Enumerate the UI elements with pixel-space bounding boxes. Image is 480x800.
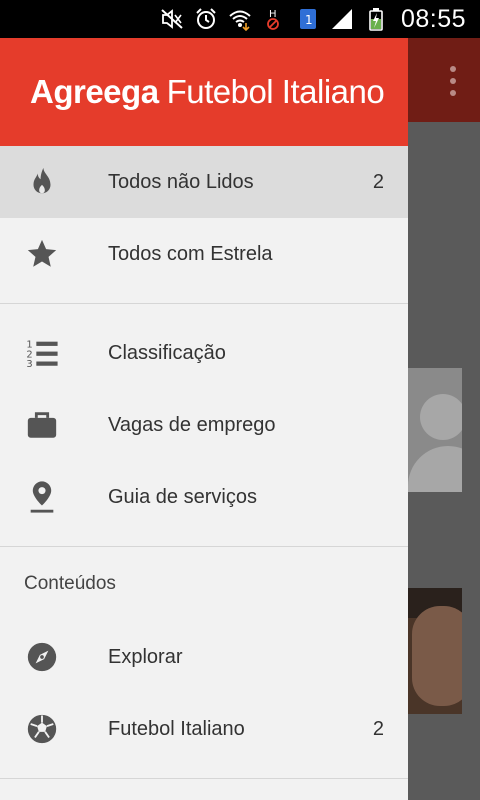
status-bar: H 1 08:55 (0, 0, 480, 38)
numbered-list-icon: 123 (24, 335, 60, 371)
app-title: Agreega Futebol Italiano (30, 73, 385, 111)
nav-item-label: Todos não Lidos (108, 170, 254, 193)
signal-h-icon: H (261, 6, 287, 32)
app-title-subtitle: Futebol Italiano (166, 73, 385, 110)
compass-icon (24, 639, 60, 675)
overflow-menu-icon[interactable] (444, 66, 462, 96)
nav-item-italian-football[interactable]: Futebol Italiano 2 (0, 693, 408, 765)
soccer-ball-icon (24, 711, 60, 747)
svg-text:1: 1 (305, 13, 313, 27)
nav-item-label: Todos com Estrela (108, 242, 273, 265)
briefcase-icon (24, 407, 60, 443)
background-avatar-placeholder (408, 368, 462, 492)
nav-item-label: Explorar (108, 645, 183, 668)
alarm-icon (193, 6, 219, 32)
nav-item-label: Guia de serviços (108, 485, 257, 508)
nav-item-label: Futebol Italiano (108, 717, 245, 740)
flame-icon (24, 164, 60, 200)
sim-1-icon: 1 (295, 6, 321, 32)
location-pin-icon (24, 479, 60, 515)
navigation-drawer: Agreega Futebol Italiano Todos não Lidos … (0, 38, 408, 800)
no-sound-icon (159, 6, 185, 32)
nav-item-jobs[interactable]: Vagas de emprego (0, 389, 408, 461)
unread-count-badge: 2 (372, 170, 384, 193)
unread-count-badge: 2 (372, 717, 384, 740)
star-icon (24, 236, 60, 272)
status-time: 08:55 (400, 4, 466, 33)
divider (0, 778, 408, 779)
nav-item-explore[interactable]: Explorar (0, 621, 408, 693)
svg-text:3: 3 (26, 359, 32, 370)
nav-item-services-guide[interactable]: Guia de serviços (0, 461, 408, 533)
wifi-icon (227, 6, 253, 32)
nav-item-label: Vagas de emprego (108, 413, 276, 436)
nav-item-standings[interactable]: 123 Classificação (0, 317, 408, 389)
battery-charging-icon (363, 6, 389, 32)
section-title-contents: Conteúdos (24, 573, 116, 594)
nav-item-starred[interactable]: Todos com Estrela (0, 218, 408, 290)
nav-item-label: Classificação (108, 341, 226, 364)
app-title-brand: Agreega (30, 73, 159, 110)
drawer-header: Agreega Futebol Italiano (0, 38, 408, 146)
cell-signal-icon (329, 6, 355, 32)
nav-item-unread[interactable]: Todos não Lidos 2 (0, 146, 408, 218)
background-photo-thumbnail (408, 588, 462, 714)
